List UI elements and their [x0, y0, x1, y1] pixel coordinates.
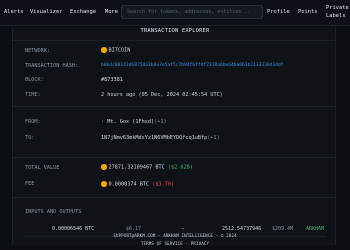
top-navigation-bar: Alerts Visualizer Exchange More Profile … — [0, 0, 350, 26]
block-value[interactable]: #873381 — [101, 77, 123, 83]
network-name: BITCOIN — [108, 47, 131, 54]
search-input[interactable] — [121, 5, 263, 19]
block-label: BLOCK: — [25, 77, 44, 83]
network-value: BITCOIN — [101, 47, 130, 54]
nav-alerts[interactable]: Alerts — [4, 9, 23, 15]
bitcoin-icon — [101, 47, 107, 53]
from-value[interactable]: · Mt. Gox (1Fhsd)(+1) — [101, 119, 167, 125]
input-amount: 0.00006546 BTC — [52, 226, 95, 232]
divider — [12, 106, 336, 107]
nav-private-labels[interactable]: Private Labels — [326, 4, 349, 20]
flow-arrow-icon: → — [181, 226, 185, 232]
nav-profile[interactable]: Profile — [267, 9, 290, 15]
output-entity[interactable]: ARKHAM — [306, 226, 324, 232]
fee-usd: ($3.70) — [152, 181, 175, 188]
nav-visualizer[interactable]: Visualizer — [30, 9, 62, 15]
to-address[interactable]: 1N7jNmv63mkMdsYz1N6VMbEYDQfcq1uBfp — [101, 135, 207, 141]
input-usd: $6.17 — [126, 226, 142, 232]
divider — [12, 157, 336, 158]
tx-hash-label: TRANSACTION HASH: — [25, 63, 79, 69]
to-extra[interactable]: (+1) — [207, 135, 220, 141]
total-value-label: TOTAL VALUE — [25, 165, 60, 171]
inputs-outputs-label: INPUTS AND OUTPUTS — [25, 209, 82, 215]
output-usd: $209.4M — [272, 226, 294, 232]
tx-hash-value[interactable]: b8bdc0014346875da2b8e7e5af5c7b94f6ff4f23… — [101, 63, 284, 68]
bitcoin-icon — [101, 164, 107, 170]
page-title: TRANSACTION EXPLORER — [140, 28, 210, 34]
fee-btc: 0.0000374 BTC — [108, 181, 150, 188]
total-value-btc: 27871.32109467 BTC — [108, 164, 165, 171]
time-value: 2 hours ago (05 Dec, 2024 02:45:54 UTC) — [101, 92, 223, 98]
fee-value: 0.0000374 BTC ($3.70) — [101, 181, 174, 188]
time-label: TIME: — [25, 92, 41, 98]
network-label: NETWORK: — [25, 48, 50, 54]
to-label: TO: — [25, 135, 35, 141]
fee-label: FEE — [25, 181, 35, 187]
nav-more[interactable]: More — [105, 9, 118, 15]
nav-points[interactable]: Points — [298, 9, 317, 15]
from-label: FROM: — [25, 119, 41, 125]
footer-contact[interactable]: SUPPORT@ARKM.COM - ARKHAM INTELLIGENCE -… — [0, 233, 350, 238]
to-value[interactable]: 1N7jNmv63mkMdsYz1N6VMbEYDQfcq1uBfp(+1) — [101, 135, 220, 141]
bitcoin-icon — [101, 181, 107, 187]
time-relative: 2 hours ago — [101, 92, 136, 98]
from-entity[interactable]: Mt. Gox (1Fhsd) — [107, 119, 154, 125]
from-extra[interactable]: (+1) — [154, 119, 167, 125]
nav-exchange[interactable]: Exchange — [70, 9, 96, 15]
footer-links[interactable]: TERMS OF SERVICE - PRIVACY — [0, 241, 350, 246]
total-value: 27871.32109467 BTC ($2.62B) — [101, 164, 193, 171]
total-value-usd: ($2.62B) — [167, 164, 193, 171]
output-amount: 2512.54737946 — [222, 226, 262, 232]
divider — [12, 197, 336, 198]
time-absolute: (05 Dec, 2024 02:45:54 UTC) — [138, 92, 223, 98]
divider — [12, 40, 336, 41]
